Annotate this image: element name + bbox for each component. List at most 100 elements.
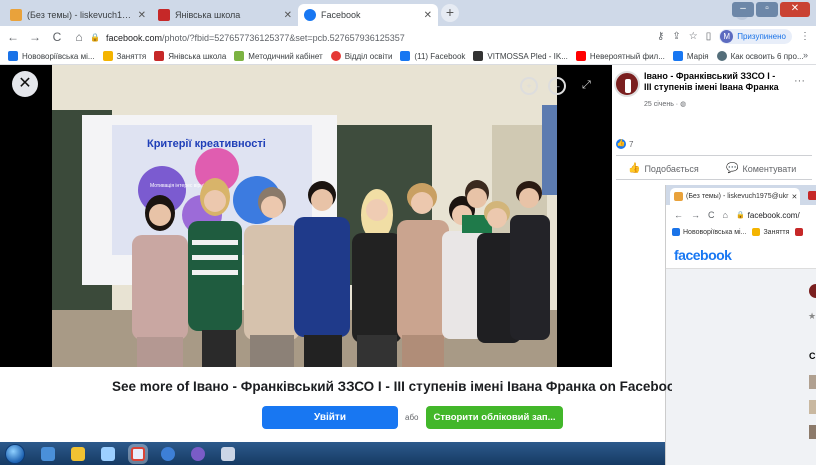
reload-icon[interactable]: C	[48, 30, 66, 44]
comment-label: Коментувати	[742, 163, 797, 174]
url-path: /photo/?fbid=527657736125377&set=pcb.527…	[162, 32, 405, 43]
nested-fb-header: facebook	[666, 239, 816, 269]
ie-icon[interactable]	[41, 446, 55, 461]
nested-bookmark-label: Нововоріївська мі...	[683, 228, 747, 236]
fullscreen-icon[interactable]: ⤢	[582, 79, 591, 92]
nested-bookmark-label: Заняття	[763, 228, 790, 236]
star-icon[interactable]: ☆	[689, 31, 698, 42]
close-icon[interactable]: ✕	[424, 10, 432, 21]
globe-icon	[8, 51, 18, 61]
comment-icon: 💬	[726, 163, 739, 174]
bookmark-2[interactable]: Янівська школа	[154, 51, 226, 61]
zoom-in-icon[interactable]: +	[520, 77, 538, 95]
bookmark-label: Янівська школа	[168, 51, 227, 61]
photo[interactable]: Критерії креативності Мотивація інтерес …	[52, 65, 557, 367]
viber-icon[interactable]	[191, 446, 205, 461]
forward-icon[interactable]: →	[26, 30, 44, 44]
menu-icon[interactable]: ⋮	[800, 31, 810, 42]
nested-url: facebook.com/	[747, 210, 800, 220]
bookmark-label: Нововоріївська мі...	[22, 51, 95, 61]
mail-icon	[674, 192, 683, 201]
zoom-out-icon[interactable]: –	[548, 77, 566, 95]
login-button[interactable]: Увійти	[262, 406, 398, 429]
likes-count: 7	[629, 139, 634, 149]
new-tab-button[interactable]: +	[441, 4, 459, 22]
bookmark-label: Методичний кабінет	[248, 51, 323, 61]
close-window-button[interactable]: ✕	[780, 2, 810, 17]
bookmark-label: Как освоить 6 про...	[730, 51, 804, 61]
bookmark-4[interactable]: Відділ освіти	[330, 51, 392, 61]
tab-facebook[interactable]: Facebook ✕	[298, 4, 438, 26]
book-icon	[234, 51, 245, 61]
window-controls: – ▫ ✕	[732, 2, 810, 17]
bookmark-0[interactable]: Нововоріївська мі...	[8, 51, 95, 61]
nested-thumbnail	[809, 375, 816, 389]
create-account-button[interactable]: Створити обліковий зап...	[426, 406, 563, 429]
maximize-button[interactable]: ▫	[756, 2, 778, 17]
bookmark-8[interactable]: Марія	[672, 51, 709, 61]
sidepanel-icon[interactable]: ▯	[706, 31, 712, 42]
bookmark-label: Невероятный фил...	[589, 51, 665, 61]
toolbar-right: ⚷ ⇪ ☆ ▯ M Призупинено ⋮	[657, 29, 810, 44]
nested-thumbnail	[809, 400, 816, 414]
page-avatar[interactable]	[614, 71, 640, 97]
skype-icon[interactable]	[161, 446, 175, 461]
chrome-icon[interactable]	[131, 446, 145, 461]
comment-button[interactable]: 💬 Коментувати	[726, 163, 796, 174]
bookmark-6[interactable]: VITMOSSA Pled - IK...	[473, 51, 568, 61]
bookmark-7[interactable]: Невероятный фил...	[575, 51, 665, 61]
media-icon[interactable]	[101, 446, 115, 461]
nested-tab-strip: (Без темы) - liskevuch1975@ukr ✕	[666, 185, 816, 205]
bookmark-label: VITMOSSA Pled - IK...	[487, 51, 568, 61]
group-photo: Критерії креативності Мотивація інтерес …	[52, 65, 557, 367]
post-date[interactable]: 25 січень · ◍	[644, 100, 686, 108]
bookmark-5[interactable]: (11) Facebook	[400, 51, 465, 61]
bookmark-label: Марія	[686, 51, 709, 61]
tab-mail[interactable]: (Без темы) - liskevuch1975@uk ✕	[4, 4, 152, 26]
avatar: M	[720, 30, 734, 43]
nested-bookmarks: Нововоріївська мі... Заняття	[666, 225, 816, 239]
address-bar[interactable]: 🔒 facebook.com/photo/?fbid=5276577361253…	[90, 29, 630, 46]
youtube-icon	[575, 51, 586, 61]
key-icon[interactable]: ⚷	[657, 31, 664, 42]
facebook-icon	[304, 9, 316, 21]
close-icon[interactable]: ✕	[284, 10, 292, 21]
profile-button[interactable]: M Призупинено	[719, 29, 792, 44]
minimize-button[interactable]: –	[732, 2, 754, 17]
page-name[interactable]: Івано - Франківський ЗЗСО І - ІІІ ступен…	[644, 71, 784, 93]
see-more-heading: See more of Івано - Франківський ЗЗСО І …	[112, 379, 672, 394]
like-button[interactable]: 👍 Подобається	[628, 163, 699, 174]
facebook-logo: facebook	[674, 247, 732, 263]
share-icon[interactable]: ⇪	[672, 31, 680, 42]
facebook-icon	[400, 51, 411, 61]
window-icon[interactable]	[221, 446, 235, 461]
nested-tab-label: (Без темы) - liskevuch1975@ukr	[686, 193, 789, 200]
globe-icon	[716, 51, 727, 61]
divider	[616, 155, 812, 156]
home-icon[interactable]: ⌂	[70, 30, 88, 44]
star-icon: ★	[808, 311, 816, 321]
reactions-count[interactable]: 👍 7	[616, 139, 633, 149]
mail-icon	[10, 9, 22, 21]
blogger-icon	[795, 228, 804, 236]
bookmarks-overflow-button[interactable]: »	[803, 50, 808, 60]
bookmark-3[interactable]: Методичний кабінет	[234, 51, 323, 61]
reload-icon: C	[708, 210, 715, 220]
nested-toolbar: ← → C ⌂ 🔒 facebook.com/	[666, 205, 816, 225]
bookmark-1[interactable]: Заняття	[102, 51, 147, 61]
close-viewer-button[interactable]: ✕	[12, 71, 38, 97]
bookmarks-bar: Нововоріївська мі... Заняття Янівська шк…	[0, 48, 816, 65]
facebook-icon	[672, 51, 683, 61]
close-icon[interactable]: ✕	[138, 10, 146, 21]
more-options-button[interactable]: ···	[794, 75, 805, 87]
folder-icon[interactable]	[71, 446, 85, 461]
bookmark-9[interactable]: Как освоить 6 про...	[716, 51, 804, 61]
svg-text:Критерії креативності: Критерії креативності	[147, 138, 266, 150]
tab-school[interactable]: Янівська школа ✕	[152, 4, 298, 26]
photo-viewer: Критерії креативності Мотивація інтерес …	[0, 65, 612, 367]
post-date-text: 25 січень ·	[644, 101, 681, 108]
tab-label: Facebook	[321, 10, 361, 20]
back-icon[interactable]: ←	[4, 30, 22, 44]
start-button[interactable]	[5, 443, 25, 464]
bookmark-label: Заняття	[116, 51, 147, 61]
